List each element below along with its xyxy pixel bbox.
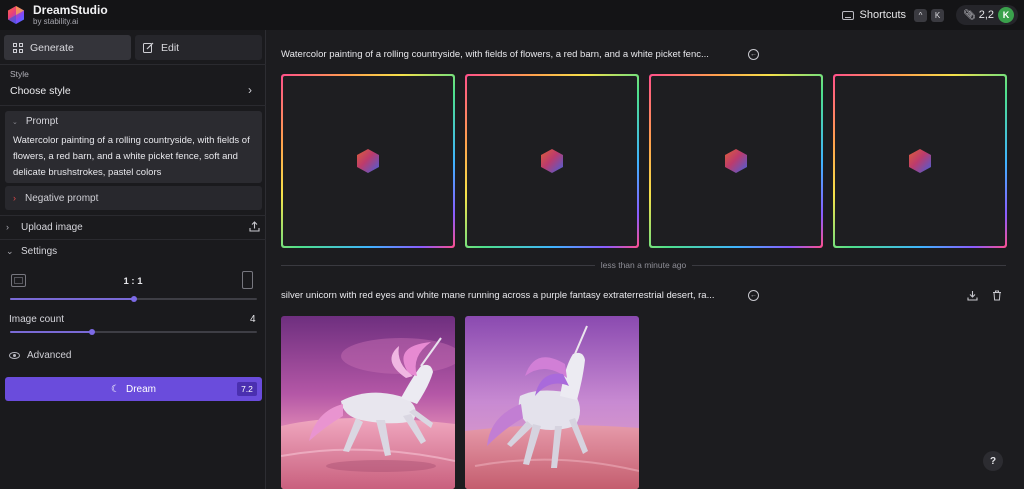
divider <box>0 105 266 106</box>
divider <box>0 215 266 216</box>
image-count-slider-fill <box>10 331 92 333</box>
shortcut-key-ctrl: ^ <box>914 8 927 22</box>
chevron-right-icon: › <box>6 222 9 232</box>
shortcuts-label: Shortcuts <box>859 9 906 21</box>
credits-badge[interactable]: 📎︎ 2,2 K <box>956 5 1018 25</box>
loading-hex-icon <box>357 149 379 173</box>
mode-tabs: Generate Edit <box>4 35 262 60</box>
chevron-down-icon: ⌄ <box>12 118 18 126</box>
shortcuts-button[interactable]: Shortcuts ^ K <box>841 8 944 22</box>
aspect-ratio-slider[interactable] <box>10 296 257 302</box>
reuse-prompt-icon[interactable]: ← <box>748 290 759 301</box>
loading-hex-icon <box>541 149 563 173</box>
result-image[interactable] <box>281 316 455 489</box>
chevron-right-icon: › <box>248 83 252 97</box>
result-image[interactable] <box>465 316 639 489</box>
avatar[interactable]: K <box>998 7 1014 23</box>
image-count-slider[interactable] <box>10 329 257 335</box>
shortcut-key-k: K <box>931 8 944 22</box>
generation-feed: Watercolor painting of a rolling country… <box>267 30 1024 489</box>
unicorn-image <box>281 316 455 489</box>
edit-icon <box>143 42 154 53</box>
aspect-ratio-value: 1 : 1 <box>123 276 143 287</box>
grid-icon <box>12 42 23 53</box>
generation-prompt[interactable]: silver unicorn with red eyes and white m… <box>281 290 715 301</box>
generating-placeholder <box>281 74 455 248</box>
divider <box>0 239 266 240</box>
style-value: Choose style <box>10 85 71 97</box>
negative-x-icon: › <box>13 193 16 203</box>
upload-icon[interactable] <box>249 221 260 232</box>
aspect-ratio-slider-fill <box>10 298 134 300</box>
help-button[interactable]: ? <box>983 451 1003 471</box>
reuse-prompt-icon[interactable]: ← <box>748 49 759 60</box>
dream-button[interactable]: ☾ Dream 7.2 <box>5 377 262 401</box>
loading-hex-icon <box>909 149 931 173</box>
tab-generate-label: Generate <box>30 41 74 54</box>
sidebar: Generate Edit Style Choose style › ⌄ Pro… <box>0 30 266 489</box>
settings-label: Settings <box>21 245 58 257</box>
dreamstudio-logo-icon <box>8 6 24 24</box>
chevron-down-icon: ⌄ <box>6 245 14 256</box>
tab-generate[interactable]: Generate <box>4 35 131 60</box>
generation-prompt[interactable]: Watercolor painting of a rolling country… <box>281 49 709 60</box>
portrait-ratio-icon[interactable] <box>242 271 253 289</box>
generating-placeholder <box>833 74 1007 248</box>
time-separator-label: less than a minute ago <box>594 260 693 270</box>
moon-icon: ☾ <box>111 383 120 395</box>
dream-cost-badge: 7.2 <box>237 382 257 396</box>
image-count-label: Image count <box>9 314 65 325</box>
prompt-label: Prompt <box>25 116 59 127</box>
unicorn-image <box>465 316 639 489</box>
negative-prompt-label: Negative prompt <box>25 192 99 204</box>
generating-placeholder <box>649 74 823 248</box>
loading-hex-icon <box>725 149 747 173</box>
dream-button-label: Dream <box>125 383 156 395</box>
keyboard-icon <box>841 10 854 20</box>
generating-placeholder <box>465 74 639 248</box>
brand[interactable]: DreamStudio by stability.ai <box>0 0 108 30</box>
tab-edit-label: Edit <box>161 41 180 54</box>
eye-icon <box>9 352 20 359</box>
settings-header[interactable]: ⌄ Settings <box>0 241 266 261</box>
app-byline: by stability.ai <box>33 16 79 26</box>
advanced-toggle[interactable]: Advanced <box>9 350 71 361</box>
divider <box>0 64 266 65</box>
style-label: Style <box>10 69 29 79</box>
top-bar: DreamStudio by stability.ai Shortcuts ^ … <box>0 0 1024 30</box>
trash-icon[interactable] <box>991 289 1002 301</box>
paperclip-icon: 📎︎ <box>963 9 976 21</box>
image-count-value: 4 <box>250 314 256 325</box>
aspect-ratio-slider-thumb[interactable] <box>130 296 137 302</box>
app-name: DreamStudio <box>33 2 108 17</box>
time-separator: less than a minute ago <box>281 260 1006 272</box>
tab-edit[interactable]: Edit <box>135 35 262 60</box>
upload-image-label: Upload image <box>21 221 83 233</box>
prompt-input[interactable]: Watercolor painting of a rolling country… <box>13 133 261 181</box>
download-icon[interactable] <box>967 289 978 301</box>
prompt-panel: ⌄ Prompt Watercolor painting of a rollin… <box>5 111 262 183</box>
credits-value: 2,2 <box>978 9 994 21</box>
advanced-label: Advanced <box>27 350 72 361</box>
negative-prompt-toggle[interactable]: › Negative prompt <box>5 186 262 210</box>
prompt-header[interactable]: ⌄ Prompt <box>12 116 58 127</box>
upload-image-row[interactable]: › Upload image <box>0 217 266 237</box>
image-count-slider-thumb[interactable] <box>88 329 95 335</box>
